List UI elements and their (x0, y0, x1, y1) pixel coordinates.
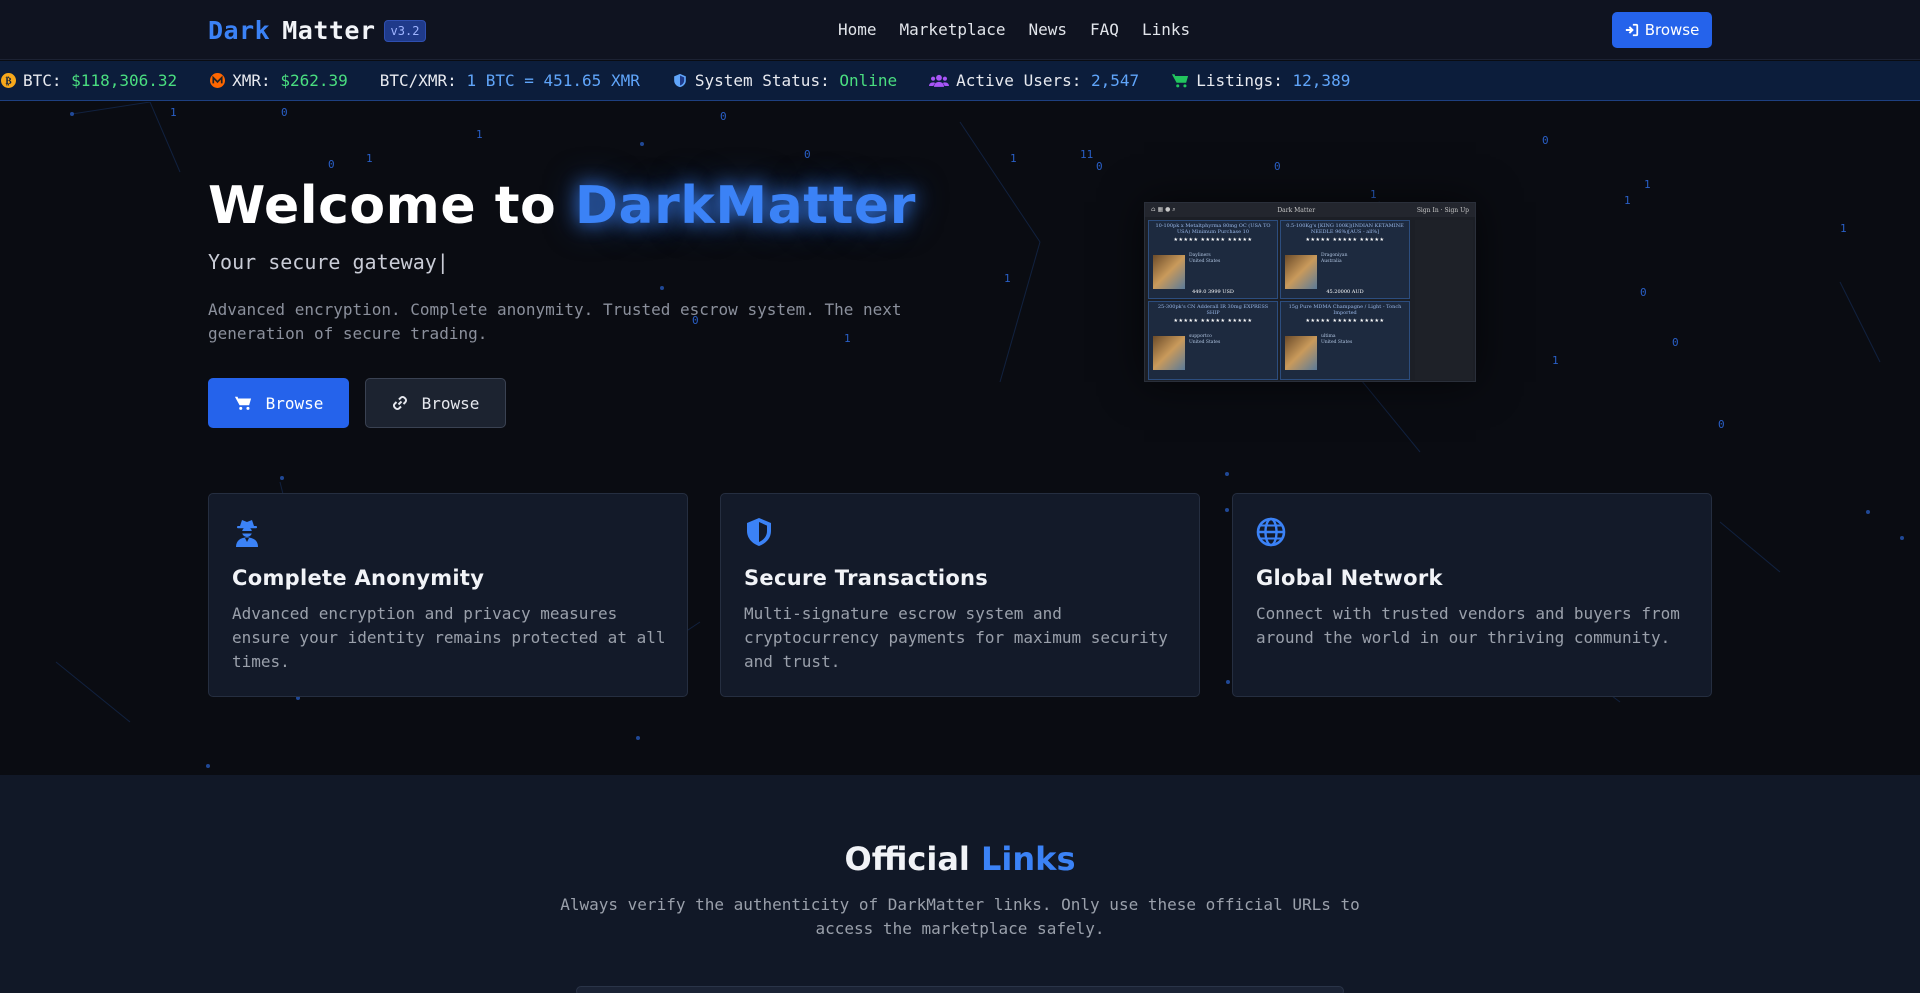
ticker-btc: ₿ BTC: $118,306.32 (0, 71, 177, 90)
ticker-listings: Listings: 12,389 (1171, 71, 1350, 90)
feature-description: Advanced encryption and privacy measures… (232, 604, 666, 671)
hero-title-prefix: Welcome to (208, 176, 557, 236)
hero-title: Welcome to DarkMatter (208, 176, 916, 236)
links-title: Official Links (0, 840, 1920, 878)
bg-node (1225, 472, 1229, 476)
brand-logo[interactable]: Dark Matter v3.2 (208, 16, 427, 45)
hero-title-accent: DarkMatter (574, 176, 916, 236)
feature-description: Connect with trusted vendors and buyers … (1256, 604, 1680, 647)
status-label: System Status: (694, 71, 830, 90)
listing-thumbnail (1285, 336, 1317, 370)
preview-sign-in: Sign In (1416, 206, 1439, 214)
feature-title: Complete Anonymity (232, 566, 485, 590)
hero-subtitle: Your secure gateway| (208, 250, 449, 274)
bg-node (206, 764, 210, 768)
shield-icon (747, 518, 771, 546)
feature-card-secure: Secure Transactions Multi-signature escr… (720, 493, 1200, 697)
bg-node (660, 286, 664, 290)
links-title-accent: Links (981, 840, 1076, 878)
feature-title: Secure Transactions (744, 566, 989, 590)
preview-topbar: ⌂ ▦ ● ⌕ Dark Matter Sign In · Sign Up (1145, 203, 1475, 217)
bg-node (1225, 508, 1229, 512)
hero-description: Advanced encryption. Complete anonymity.… (208, 300, 902, 343)
sign-in-icon (1625, 23, 1638, 37)
btc-label: BTC: (23, 71, 62, 90)
bg-node (1226, 680, 1230, 684)
preview-listing-grid: 10-100pk x Metaltphyrma 80mg OC (USA TO … (1148, 220, 1410, 380)
links-list-container (576, 986, 1344, 993)
feature-card-global: Global Network Connect with trusted vend… (1232, 493, 1712, 697)
btc-price: $118,306.32 (71, 71, 178, 90)
hero-links-button[interactable]: Browse (365, 378, 506, 428)
preview-listing-card: 10-100pk x Metaltphyrma 80mg OC (USA TO … (1148, 220, 1278, 299)
preview-toolbar-icons: ⌂ ▦ ● ⌕ (1151, 206, 1176, 213)
listing-thumbnail (1153, 336, 1185, 370)
link-icon (392, 395, 407, 411)
ticker-xmr: XMR: $262.39 (209, 71, 348, 90)
listings-count: 12,389 (1292, 71, 1351, 90)
bg-node (636, 736, 640, 740)
header-browse-button[interactable]: Browse (1612, 12, 1712, 48)
listing-thumbnail (1285, 255, 1317, 289)
xmr-price: $262.39 (280, 71, 348, 90)
preview-sign-up: Sign Up (1444, 206, 1469, 214)
users-label: Active Users: (956, 71, 1082, 90)
nav-faq[interactable]: FAQ (1090, 20, 1119, 39)
price-ticker: ₿ BTC: $118,306.32 XMR: $262.39 BTC/XMR:… (0, 61, 1920, 101)
preview-title: Dark Matter (1277, 206, 1316, 214)
status-value: Online (839, 71, 898, 90)
pair-label: BTC/XMR: (379, 71, 457, 90)
marketplace-preview-image: ⌂ ▦ ● ⌕ Dark Matter Sign In · Sign Up 10… (1144, 202, 1476, 382)
ticker-users: Active Users: 2,547 (929, 71, 1139, 90)
pair-rate: 1 BTC = 451.65 XMR (466, 71, 640, 90)
shopping-cart-icon (234, 396, 251, 410)
links-description: Always verify the authenticity of DarkMa… (560, 895, 1360, 938)
bg-node (640, 142, 644, 146)
hero-section: 1 0 1 0 0 1 0 1 11 0 0 1 0 1 1 1 1 0 0 1… (0, 102, 1920, 775)
listings-label: Listings: (1196, 71, 1283, 90)
version-badge: v3.2 (383, 19, 427, 42)
ticker-pair: BTC/XMR: 1 BTC = 451.65 XMR (380, 71, 640, 90)
monero-icon (209, 73, 225, 89)
nav-news[interactable]: News (1029, 20, 1068, 39)
nav-links[interactable]: Links (1142, 20, 1190, 39)
user-secret-icon (236, 520, 258, 547)
preview-listing-card: 15g Pure MDMA Champagne / Light - Tonch … (1280, 301, 1410, 380)
official-links-section: Official Links Always verify the authent… (0, 775, 1920, 993)
header-browse-label: Browse (1644, 21, 1700, 39)
feature-card-anonymity: Complete Anonymity Advanced encryption a… (208, 493, 688, 697)
preview-listing-card: 25-300pk's CN Adderall IR 30mg EXPRESS S… (1148, 301, 1278, 380)
bg-node (1866, 510, 1870, 514)
bg-node (280, 476, 284, 480)
ticker-status: System Status: Online (672, 71, 897, 90)
main-nav: Home Marketplace News FAQ Links (838, 20, 1190, 39)
globe-icon (1256, 517, 1286, 547)
brand-matter-text: Matter (282, 16, 376, 45)
svg-text:₿: ₿ (5, 75, 11, 87)
preview-listing-card: 0.5-100Kg's [KING 100K](INDIAN KETAMINE … (1280, 220, 1410, 299)
bitcoin-icon: ₿ (0, 73, 16, 89)
nav-home[interactable]: Home (838, 20, 877, 39)
shield-icon (672, 73, 688, 89)
bg-node (1900, 536, 1904, 540)
nav-marketplace[interactable]: Marketplace (900, 20, 1006, 39)
users-count: 2,547 (1091, 71, 1140, 90)
hero-browse-label: Browse (265, 393, 324, 413)
bg-node (70, 112, 74, 116)
brand-dark-text: Dark (208, 16, 271, 45)
hero-links-label: Browse (421, 393, 480, 413)
links-title-prefix: Official (844, 840, 970, 878)
listing-thumbnail (1153, 255, 1185, 289)
feature-title: Global Network (1256, 566, 1443, 590)
preview-sidebar (1415, 220, 1473, 380)
xmr-label: XMR: (232, 71, 271, 90)
hero-browse-button[interactable]: Browse (208, 378, 349, 428)
users-icon (929, 73, 950, 89)
top-navbar: Dark Matter v3.2 Home Marketplace News FA… (0, 0, 1920, 60)
shopping-cart-icon (1171, 73, 1189, 89)
feature-description: Multi-signature escrow system and crypto… (744, 604, 1168, 671)
